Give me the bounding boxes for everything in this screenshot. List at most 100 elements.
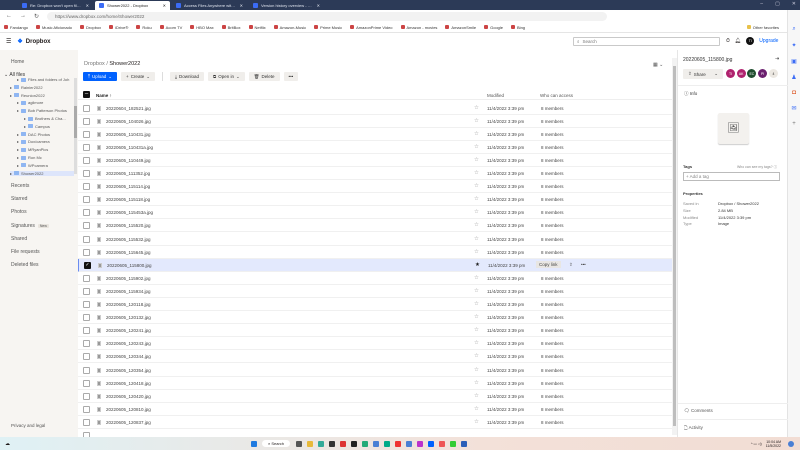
- file-name[interactable]: 20220605_120344.jpg: [106, 354, 151, 359]
- nav-signatures[interactable]: Signatures New: [11, 223, 49, 229]
- file-name[interactable]: 20220605_120241.jpg: [106, 328, 151, 333]
- file-name[interactable]: 20220605_120837.jpg: [106, 420, 151, 425]
- outlook-icon[interactable]: ✉: [791, 105, 796, 112]
- folder-tree-item[interactable]: ▸ agilmore: [17, 100, 43, 105]
- file-row[interactable]: 20220605_115114.jpg ☆ 11/4/2022 3:39 pm 8 m…: [78, 180, 672, 194]
- download-button[interactable]: ⤓ Download: [169, 72, 204, 81]
- folder-tree-item[interactable]: ▸ Brothers & Cha...: [24, 116, 66, 121]
- app-icon[interactable]: [405, 440, 412, 447]
- modified-column-header[interactable]: Modified: [487, 93, 504, 98]
- avatar[interactable]: TI: [746, 37, 755, 45]
- breadcrumb-root[interactable]: Dropbox: [84, 61, 105, 67]
- file-name[interactable]: 20220605_120354.jpg: [106, 368, 151, 373]
- notifications-alert-icon[interactable]: ⏱: [726, 38, 730, 44]
- expand-chevron-icon[interactable]: ▸: [17, 108, 19, 113]
- app-icon[interactable]: [328, 440, 335, 447]
- row-checkbox[interactable]: [83, 392, 90, 400]
- tags-help-link[interactable]: Who can see my tags? ⓘ: [737, 165, 777, 170]
- tab-close-icon[interactable]: ✕: [163, 3, 166, 8]
- row-checkbox[interactable]: [83, 379, 90, 387]
- row-checkbox[interactable]: [83, 405, 90, 413]
- tray-icons[interactable]: ^ ▭ ◁): [751, 442, 762, 446]
- file-name[interactable]: 20220604_182521.jpg: [106, 106, 151, 111]
- access-column-header[interactable]: Who can access: [540, 93, 573, 98]
- bookmark-item[interactable]: Dropbox: [80, 25, 101, 30]
- row-checkbox[interactable]: [83, 353, 90, 361]
- back-icon[interactable]: ←: [6, 13, 12, 19]
- expand-chevron-icon[interactable]: ▸: [24, 124, 26, 129]
- file-row[interactable]: 20220605_110431a.jpg ☆ 11/4/2022 3:39 pm 8 …: [78, 141, 672, 154]
- app-icon[interactable]: [350, 440, 357, 447]
- tab-close-icon[interactable]: ✕: [240, 3, 243, 8]
- bookmark-item[interactable]: Roku: [136, 25, 152, 30]
- file-name[interactable]: 20220605_115114.jpg: [106, 184, 150, 189]
- folder-tree-item[interactable]: ▸ Ron Mc: [17, 155, 42, 160]
- star-icon[interactable]: ☆: [474, 327, 479, 333]
- create-button[interactable]: + Create ⌄: [121, 72, 155, 81]
- file-row-partial[interactable]: [78, 429, 672, 437]
- star-icon[interactable]: ☆: [474, 367, 479, 373]
- nav-recents[interactable]: Recents: [11, 183, 29, 189]
- expand-chevron-icon[interactable]: ▸: [17, 77, 19, 82]
- row-checkbox[interactable]: [83, 117, 90, 125]
- star-icon[interactable]: ☆: [474, 183, 479, 189]
- star-icon[interactable]: ☆: [474, 196, 479, 202]
- file-name[interactable]: 20220605_115520.jpg: [106, 223, 150, 228]
- minimize-button[interactable]: –: [760, 1, 763, 7]
- nav-shared[interactable]: Shared: [11, 236, 27, 242]
- nav-starred[interactable]: Starred: [11, 196, 27, 202]
- app-icon[interactable]: [372, 440, 379, 447]
- search-input[interactable]: ⌕ Search: [573, 37, 720, 46]
- expand-chevron-icon[interactable]: ▸: [17, 147, 19, 152]
- file-row[interactable]: 20220605_120837.jpg ☆ 11/4/2022 3:39 pm 8 m…: [78, 416, 672, 429]
- word-icon[interactable]: [460, 440, 467, 447]
- row-checkbox[interactable]: [83, 340, 90, 348]
- row-checkbox[interactable]: [83, 287, 90, 295]
- app-icon[interactable]: [339, 440, 346, 447]
- file-name[interactable]: 20220605_120420.jpg: [106, 394, 151, 399]
- star-icon[interactable]: ☆: [474, 393, 479, 399]
- expand-chevron-icon[interactable]: ▸: [10, 93, 12, 98]
- file-row[interactable]: ✓ 20220605_115800.jpg ★ 11/4/2022 3:39 pm Co…: [78, 258, 672, 272]
- tab-close-icon[interactable]: ✕: [86, 3, 89, 8]
- file-name[interactable]: 20220605_120118.jpg: [106, 302, 150, 307]
- file-row[interactable]: 20220605_120810.jpg ☆ 11/4/2022 3:39 pm 8 m…: [78, 403, 672, 416]
- folder-tree-item[interactable]: ▸ Reunion2022: [10, 93, 45, 98]
- star-icon[interactable]: ☆: [474, 419, 479, 425]
- row-checkbox[interactable]: [83, 418, 90, 426]
- file-row[interactable]: 20220605_115934.jpg ☆ 11/4/2022 3:39 pm 8 m…: [78, 285, 672, 298]
- dropbox-taskbar-icon[interactable]: [427, 440, 434, 447]
- star-icon[interactable]: ☆: [474, 406, 479, 412]
- bookmark-item[interactable]: AmazonSmile: [445, 25, 476, 30]
- copy-link-button[interactable]: Copy link: [536, 260, 561, 268]
- app-icon[interactable]: [416, 440, 423, 447]
- file-row[interactable]: 20220605_115645.jpg ☆ 11/4/2022 3:39 pm 8 m…: [78, 246, 672, 259]
- folder-tree-item[interactable]: ▸ Bob Patterson Photos: [17, 108, 67, 113]
- upload-button[interactable]: ⤒ Upload ⌄: [83, 72, 118, 81]
- expand-chevron-icon[interactable]: ▸: [17, 132, 19, 137]
- file-name[interactable]: 20220605_120243.jpg: [106, 341, 151, 346]
- office-icon[interactable]: ◘: [792, 90, 796, 96]
- expand-chevron-icon[interactable]: ▸: [17, 139, 19, 144]
- star-icon[interactable]: ☆: [474, 301, 479, 307]
- file-row[interactable]: 20220605_120354.jpg ☆ 11/4/2022 3:39 pm 8 m…: [78, 364, 672, 377]
- star-icon[interactable]: ☆: [474, 353, 479, 359]
- row-checkbox[interactable]: [83, 222, 90, 230]
- file-name[interactable]: 20220605_120810.jpg: [106, 407, 151, 412]
- file-name[interactable]: 20220605_120418.jpg: [106, 381, 151, 386]
- url-field[interactable]: https://www.dropbox.com/home/Shower2022: [47, 11, 608, 21]
- bookmark-item[interactable]: Acorn TV: [159, 25, 182, 30]
- activity-section[interactable]: 🗋 Activity: [684, 424, 703, 432]
- star-icon[interactable]: ☆: [474, 288, 479, 294]
- collapse-panel-icon[interactable]: ⇥: [775, 56, 779, 62]
- close-window-button[interactable]: ✕: [792, 1, 796, 7]
- task-view-icon[interactable]: [295, 440, 302, 447]
- row-checkbox[interactable]: [83, 235, 90, 243]
- row-checkbox[interactable]: [83, 327, 90, 335]
- row-checkbox[interactable]: [83, 143, 90, 151]
- people-icon[interactable]: ♟: [791, 74, 796, 81]
- tab-close-icon[interactable]: ✕: [317, 3, 320, 8]
- star-icon[interactable]: ☆: [474, 236, 479, 242]
- file-row[interactable]: 20220604_182521.jpg ☆ 11/4/2022 3:39 pm 8 m…: [78, 102, 672, 115]
- star-icon[interactable]: ☆: [474, 131, 479, 137]
